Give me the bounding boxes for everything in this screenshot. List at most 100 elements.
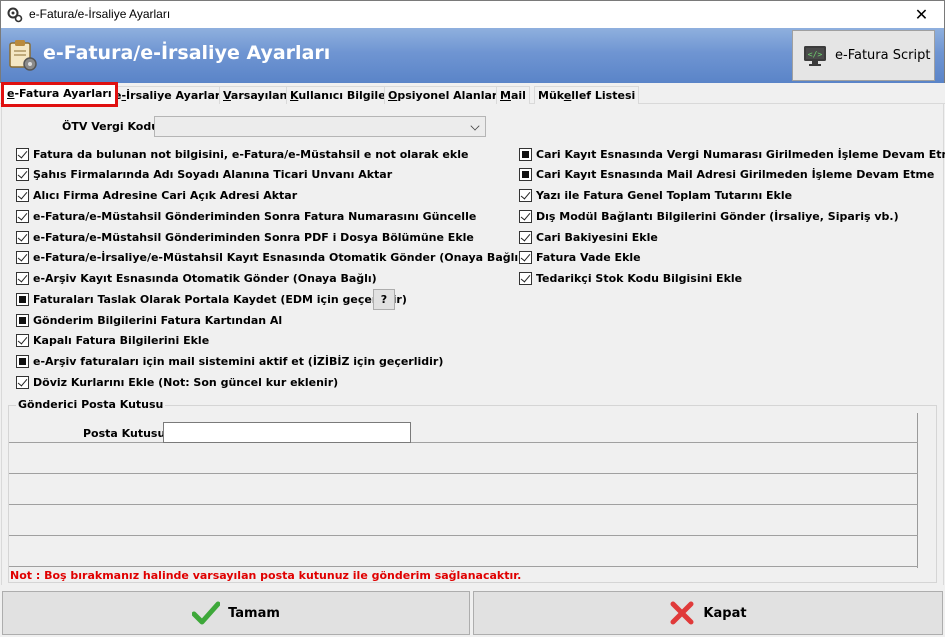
checkbox-label: Dış Modül Bağlantı Bilgilerini Gönder (İ…	[536, 209, 899, 223]
checkbox[interactable]	[16, 189, 29, 202]
checkbox-label: e-Fatura/e-Müstahsil Gönderiminden Sonra…	[33, 209, 477, 223]
left-option-4[interactable]: e-Fatura/e-Müstahsil Gönderiminden Sonra…	[16, 230, 474, 244]
right-option-3[interactable]: Dış Modül Bağlantı Bilgilerini Gönder (İ…	[519, 209, 899, 223]
posta-kutusu-label: Posta Kutusu	[83, 427, 166, 440]
checkbox-label: Gönderim Bilgilerini Fatura Kartından Al	[33, 313, 283, 327]
mailbox-note: Not : Boş bırakmanız halinde varsayılan …	[10, 569, 522, 582]
tab-mail[interactable]: Mail	[496, 86, 530, 104]
checkmark-icon	[192, 601, 221, 625]
checkbox[interactable]	[519, 147, 532, 161]
left-option-6[interactable]: e-Arşiv Kayıt Esnasında Otomatik Gönder …	[16, 272, 377, 286]
checkbox-label: e-Arşiv Kayıt Esnasında Otomatik Gönder …	[33, 272, 377, 285]
tab-label-rest: İrsaliye Ayarları	[126, 89, 225, 102]
tab-efatura-ayarlari[interactable]: e-Fatura Ayarları	[1, 82, 118, 107]
right-option-0[interactable]: Cari Kayıt Esnasında Vergi Numarası Giri…	[519, 147, 945, 161]
left-option-11[interactable]: Döviz Kurlarını Ekle (Not: Son güncel ku…	[16, 375, 338, 389]
svg-text:</>: </>	[808, 50, 823, 59]
checkbox[interactable]	[519, 251, 532, 265]
close-window-icon[interactable]: ✕	[899, 1, 944, 28]
otv-vergi-kodu-select[interactable]	[154, 116, 486, 137]
window-title: e-Fatura/e-İrsaliye Ayarları	[29, 7, 171, 21]
checkbox[interactable]	[16, 313, 29, 327]
checkbox[interactable]	[519, 230, 532, 244]
checkbox[interactable]	[519, 272, 532, 285]
left-option-5[interactable]: e-Fatura/e-İrsaliye/e-Müstahsil Kayıt Es…	[16, 251, 523, 265]
checkbox-label: Faturaları Taslak Olarak Portala Kaydet …	[33, 292, 407, 306]
checkbox-label: Fatura Vade Ekle	[536, 251, 641, 265]
tab-mukellef-listesi[interactable]: Mükellef Listesi	[534, 86, 640, 104]
left-option-2[interactable]: Alıcı Firma Adresine Cari Açık Adresi Ak…	[16, 189, 297, 203]
grid-row	[9, 443, 918, 474]
left-option-1[interactable]: Şahıs Firmalarında Adı Soyadı Alanına Ti…	[16, 168, 392, 182]
window-titlebar: e-Fatura/e-İrsaliye Ayarları ✕	[0, 0, 945, 28]
checkbox[interactable]	[519, 168, 532, 182]
close-button[interactable]: Kapat	[473, 591, 943, 635]
left-option-3[interactable]: e-Fatura/e-Müstahsil Gönderiminden Sonra…	[16, 209, 476, 223]
grid-row	[9, 505, 918, 536]
clipboard-settings-icon	[9, 40, 37, 71]
close-label: Kapat	[703, 605, 747, 621]
page-title: e-Fatura/e-İrsaliye Ayarları	[43, 42, 331, 64]
tab-label-accel: V	[223, 89, 231, 102]
app-gear-icon	[7, 7, 23, 23]
checkbox[interactable]	[16, 168, 29, 182]
checkbox-label: Cari Kayıt Esnasında Mail Adresi Girilme…	[536, 168, 935, 182]
checkbox[interactable]	[16, 209, 29, 223]
checkbox-label: Yazı ile Fatura Genel Toplam Tutarını Ek…	[536, 189, 793, 202]
sender-mailbox-title: Gönderici Posta Kutusu	[16, 398, 166, 411]
efatura-script-button[interactable]: </> e-Fatura Script	[792, 30, 935, 81]
tab-label-prefix: Mük	[538, 89, 564, 102]
right-option-5[interactable]: Fatura Vade Ekle	[519, 251, 641, 265]
x-mark-icon	[670, 601, 694, 625]
checkbox-label: Döviz Kurlarını Ekle (Not: Son güncel ku…	[33, 375, 339, 389]
left-option-9[interactable]: Kapalı Fatura Bilgilerini Ekle	[16, 334, 209, 348]
tab-opsiyonel-alanlar[interactable]: Opsiyonel Alanlar	[384, 86, 502, 104]
code-monitor-icon: </>	[804, 45, 826, 66]
checkbox[interactable]	[16, 292, 29, 306]
checkbox-label: e-Fatura/e-İrsaliye/e-Müstahsil Kayıt Es…	[33, 251, 524, 265]
left-option-0[interactable]: Fatura da bulunan not bilgisini, e-Fatur…	[16, 147, 468, 161]
help-button[interactable]: ?	[373, 289, 395, 310]
efatura-script-label: e-Fatura Script	[835, 48, 931, 63]
checkbox[interactable]	[519, 209, 532, 223]
header-banner: e-Fatura/e-İrsaliye Ayarları </> e-Fatur…	[0, 28, 945, 83]
grid-row	[9, 536, 918, 567]
posta-kutusu-input[interactable]	[163, 422, 411, 443]
checkbox[interactable]	[16, 147, 29, 161]
right-option-4[interactable]: Cari Bakiyesini Ekle	[519, 230, 658, 244]
chevron-down-icon	[470, 121, 480, 131]
tab-kullanici-bilgileri[interactable]: Kullanıcı Bilgileri	[286, 86, 399, 104]
ok-button[interactable]: Tamam	[2, 591, 470, 635]
tab-label-rest: -Fatura Ayarları	[14, 87, 112, 100]
checkbox-label: Cari Kayıt Esnasında Vergi Numarası Giri…	[536, 147, 945, 161]
tab-label-rest: ail	[510, 89, 526, 102]
left-option-7[interactable]: Faturaları Taslak Olarak Portala Kaydet …	[16, 292, 407, 306]
checkbox[interactable]	[16, 251, 29, 265]
tab-label-accel: M	[500, 89, 511, 102]
tab-varsayilan[interactable]: Varsayılan	[219, 86, 292, 104]
checkbox-label: Kapalı Fatura Bilgilerini Ekle	[33, 334, 210, 348]
otv-label: ÖTV Vergi Kodu	[62, 120, 160, 133]
checkbox[interactable]	[519, 189, 532, 202]
tab-eirsaliye-ayarlari[interactable]: e-İrsaliye Ayarları	[110, 86, 229, 104]
checkbox-label: e-Arşiv faturaları için mail sistemini a…	[33, 355, 444, 368]
tab-label-accel: O	[388, 89, 398, 102]
left-option-10[interactable]: e-Arşiv faturaları için mail sistemini a…	[16, 355, 443, 369]
ok-label: Tamam	[228, 605, 280, 621]
tab-label-rest: ullanıcı Bilgileri	[298, 89, 395, 102]
checkbox-label: Alıcı Firma Adresine Cari Açık Adresi Ak…	[33, 189, 298, 202]
checkbox[interactable]	[16, 230, 29, 244]
checkbox-label: Fatura da bulunan not bilgisini, e-Fatur…	[33, 147, 469, 161]
checkbox-label: Cari Bakiyesini Ekle	[536, 230, 658, 244]
right-option-2[interactable]: Yazı ile Fatura Genel Toplam Tutarını Ek…	[519, 189, 792, 203]
checkbox[interactable]	[16, 355, 29, 368]
tab-label-rest: llef Listesi	[571, 89, 636, 102]
checkbox-label: Tedarikçi Stok Kodu Bilgisini Ekle	[536, 272, 743, 285]
checkbox[interactable]	[16, 375, 29, 389]
tab-label-rest: psiyonel Alanlar	[397, 89, 498, 102]
checkbox[interactable]	[16, 334, 29, 348]
left-option-8[interactable]: Gönderim Bilgilerini Fatura Kartından Al	[16, 313, 282, 327]
right-option-6[interactable]: Tedarikçi Stok Kodu Bilgisini Ekle	[519, 272, 742, 286]
right-option-1[interactable]: Cari Kayıt Esnasında Mail Adresi Girilme…	[519, 168, 934, 182]
checkbox[interactable]	[16, 272, 29, 285]
